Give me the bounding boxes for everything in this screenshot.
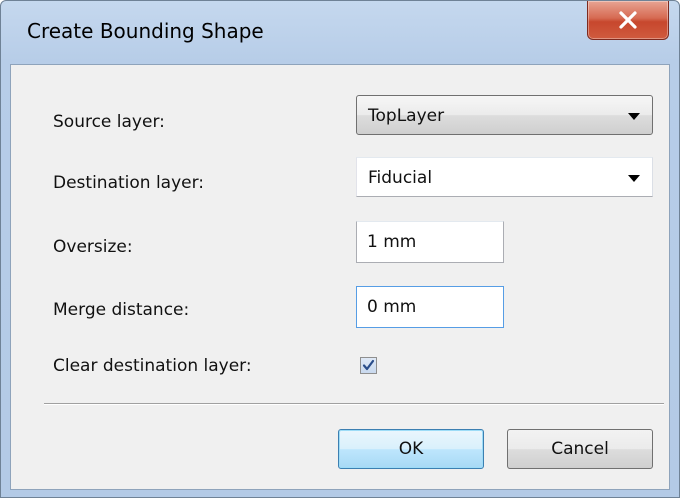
dialog-body: Source layer: TopLayer Destination layer… bbox=[10, 64, 670, 490]
cancel-button[interactable]: Cancel bbox=[507, 429, 653, 469]
title-bar[interactable]: Create Bounding Shape bbox=[1, 1, 679, 65]
merge-distance-label: Merge distance: bbox=[53, 300, 190, 320]
source-layer-dropdown[interactable]: TopLayer bbox=[356, 95, 653, 135]
oversize-input[interactable]: 1 mm bbox=[356, 221, 504, 263]
close-icon bbox=[619, 11, 637, 29]
chevron-down-icon bbox=[628, 113, 640, 120]
merge-distance-value: 0 mm bbox=[367, 297, 417, 317]
clear-destination-label: Clear destination layer: bbox=[53, 356, 252, 376]
ok-button[interactable]: OK bbox=[338, 429, 484, 469]
source-layer-value: TopLayer bbox=[368, 106, 445, 126]
destination-layer-value: Fiducial bbox=[368, 168, 433, 188]
merge-distance-input[interactable]: 0 mm bbox=[356, 286, 504, 328]
dialog-window: Create Bounding Shape Source layer: TopL… bbox=[0, 0, 680, 498]
separator bbox=[44, 403, 664, 405]
source-layer-label: Source layer: bbox=[53, 112, 165, 132]
oversize-value: 1 mm bbox=[367, 232, 417, 252]
close-button[interactable] bbox=[587, 1, 669, 40]
clear-destination-checkbox[interactable] bbox=[360, 357, 377, 374]
window-title: Create Bounding Shape bbox=[27, 19, 264, 43]
destination-layer-combobox[interactable]: Fiducial bbox=[356, 157, 653, 197]
chevron-down-icon[interactable] bbox=[628, 175, 640, 182]
oversize-label: Oversize: bbox=[53, 237, 133, 257]
checkmark-icon bbox=[362, 359, 375, 371]
destination-layer-label: Destination layer: bbox=[53, 173, 205, 193]
